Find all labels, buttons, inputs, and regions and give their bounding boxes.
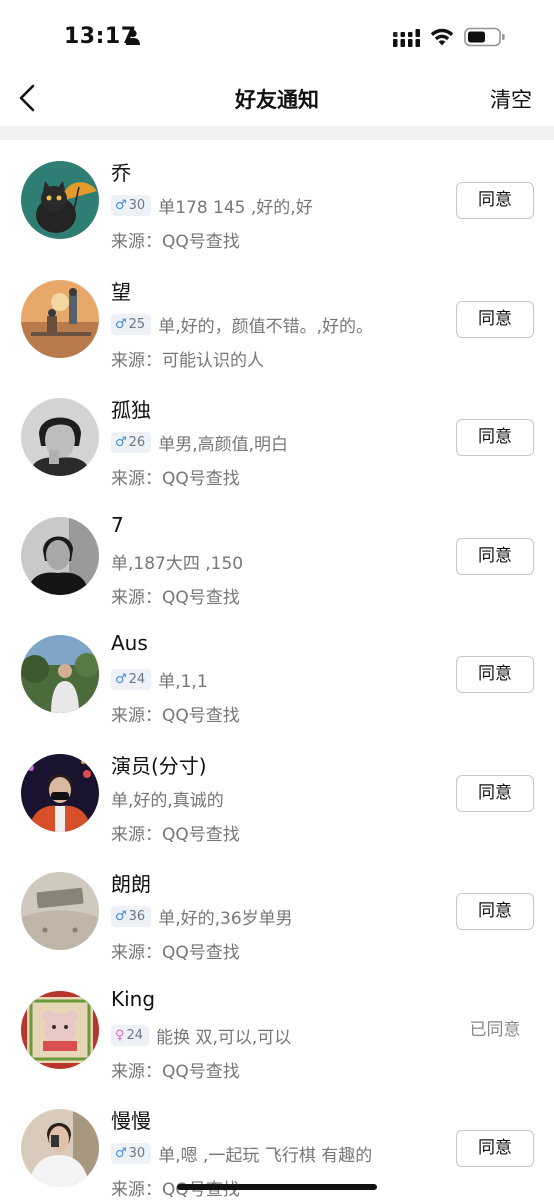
request-meta: ♂ 26 单男,高颜值,明白 (111, 430, 288, 455)
request-source: 来源：QQ号查找 (111, 1061, 240, 1082)
request-message: 单,好的,36岁单男 (158, 909, 293, 929)
gender-age-badge: ♂ 30 (111, 195, 152, 216)
male-icon: ♂ (115, 435, 127, 450)
request-source: 来源：QQ号查找 (111, 469, 240, 489)
gender-age-badge: ♂ 26 (111, 432, 152, 453)
gender-age-badge: ♂ 25 (111, 313, 152, 335)
avatar[interactable] (21, 1109, 99, 1187)
request-message: 单,嗯 ,一起玩 飞行棋 有趣的 (158, 1146, 373, 1166)
request-message: 单,187大四 ,150 (111, 553, 244, 574)
gender-age-badge: ♂ 36 (111, 906, 152, 927)
age-value: 24 (126, 1027, 144, 1043)
request-meta: ♂ 36 单,好的,36岁单男 (111, 904, 293, 929)
contact-name: 望 (111, 279, 131, 304)
request-source: 来源：QQ号查找 (111, 232, 240, 252)
gender-age-badge: ♂ 24 (111, 669, 152, 690)
age-value: 30 (128, 198, 146, 213)
male-icon: ♂ (115, 1146, 127, 1161)
section-divider (0, 126, 554, 140)
status-bar: 13:17 (0, 0, 554, 70)
home-indicator[interactable] (177, 1184, 377, 1190)
female-icon: ♀ (115, 1027, 125, 1043)
request-meta: ♂ 24 单,1,1 (111, 667, 208, 692)
contact-name: King (111, 986, 156, 1011)
friend-request-row[interactable]: 朗朗 ♂ 36 单,好的,36岁单男 来源：QQ号查找 同意 (0, 852, 554, 971)
request-meta: ♂ 30 单178 145 ,好的,好 (111, 193, 313, 218)
agree-button[interactable]: 同意 (456, 656, 534, 693)
request-message: 单男,高颜值,明白 (158, 435, 289, 455)
contact-name: Aus (111, 631, 148, 655)
request-message: 单178 145 ,好的,好 (158, 198, 313, 218)
request-meta: ♀ 24 能换 双,可以,可以 (111, 1023, 291, 1048)
friend-request-row[interactable]: King ♀ 24 能换 双,可以,可以 来源：QQ号查找 已同意 (0, 971, 554, 1090)
request-message: 单,好的，颜值不错。,好的。 (158, 316, 374, 337)
male-icon: ♂ (115, 909, 127, 924)
request-meta: 单,187大四 ,150 (111, 549, 243, 574)
agree-button[interactable]: 同意 (456, 537, 534, 575)
avatar[interactable] (21, 635, 99, 713)
contact-name: 慢慢 (111, 1109, 151, 1133)
age-value: 30 (128, 1146, 146, 1161)
avatar[interactable] (21, 279, 99, 358)
avatar[interactable] (21, 398, 99, 476)
friend-request-row[interactable]: 孤独 ♂ 26 单男,高颜值,明白 来源：QQ号查找 同意 (0, 378, 554, 497)
contact-name: 朗朗 (111, 872, 151, 896)
avatar[interactable] (21, 990, 99, 1069)
cellular-signal-icon (393, 29, 420, 47)
friend-request-row[interactable]: 乔 ♂ 30 单178 145 ,好的,好 来源：QQ号查找 同意 (0, 141, 554, 260)
clear-button[interactable]: 清空 (490, 84, 532, 114)
male-icon: ♂ (115, 672, 127, 687)
agree-button[interactable]: 同意 (456, 1130, 534, 1167)
request-meta: ♂ 30 单,嗯 ,一起玩 飞行棋 有趣的 (111, 1141, 372, 1166)
nav-bar: 好友通知 清空 (0, 70, 554, 126)
request-source: 来源：可能认识的人 (111, 350, 264, 371)
friend-request-list: 乔 ♂ 30 单178 145 ,好的,好 来源：QQ号查找 同意 望 ♂ 25 单… (0, 141, 554, 1200)
wifi-icon (430, 28, 454, 46)
male-icon: ♂ (115, 316, 127, 332)
friend-request-row[interactable]: Aus ♂ 24 单,1,1 来源：QQ号查找 同意 (0, 615, 554, 734)
age-value: 26 (128, 435, 146, 450)
avatar[interactable] (21, 161, 99, 239)
contact-name: 孤独 (111, 398, 151, 422)
request-source: 来源：QQ号查找 (111, 706, 240, 726)
contact-name: 乔 (111, 161, 131, 185)
agreed-status: 已同意 (469, 1019, 521, 1040)
avatar[interactable] (21, 872, 99, 950)
friend-request-row[interactable]: 7 单,187大四 ,150 来源：QQ号查找 同意 (0, 497, 554, 616)
contact-name: 演员(分寸) (111, 753, 207, 778)
agree-button[interactable]: 同意 (456, 182, 534, 219)
agree-button[interactable]: 同意 (456, 893, 534, 930)
agree-button[interactable]: 同意 (456, 774, 534, 812)
request-meta: ♂ 25 单,好的，颜值不错。,好的。 (111, 312, 373, 337)
request-meta: 单,好的,真诚的 (111, 786, 224, 811)
gender-age-badge: ♀ 24 (111, 1024, 150, 1046)
avatar[interactable] (21, 753, 99, 832)
request-source: 来源：QQ号查找 (111, 587, 240, 608)
age-value: 24 (128, 672, 146, 687)
request-source: 来源：QQ号查找 (111, 943, 240, 963)
request-source: 来源：QQ号查找 (111, 824, 240, 845)
page-title: 好友通知 (235, 88, 319, 112)
request-message: 单,好的,真诚的 (111, 790, 224, 811)
contact-name: 7 (111, 512, 124, 537)
agree-button[interactable]: 同意 (456, 419, 534, 456)
battery-icon (464, 27, 505, 47)
request-message: 单,1,1 (158, 672, 208, 692)
friend-request-row[interactable]: 演员(分寸) 单,好的,真诚的 来源：QQ号查找 同意 (0, 734, 554, 853)
age-value: 36 (128, 909, 146, 924)
male-icon: ♂ (115, 198, 127, 213)
avatar[interactable] (21, 516, 99, 595)
age-value: 25 (128, 316, 146, 332)
gender-age-badge: ♂ 30 (111, 1143, 152, 1164)
agree-button[interactable]: 同意 (456, 300, 534, 338)
friend-request-row[interactable]: 望 ♂ 25 单,好的，颜值不错。,好的。 来源：可能认识的人 同意 (0, 260, 554, 379)
request-message: 能换 双,可以,可以 (156, 1027, 292, 1048)
person-icon (126, 29, 140, 45)
